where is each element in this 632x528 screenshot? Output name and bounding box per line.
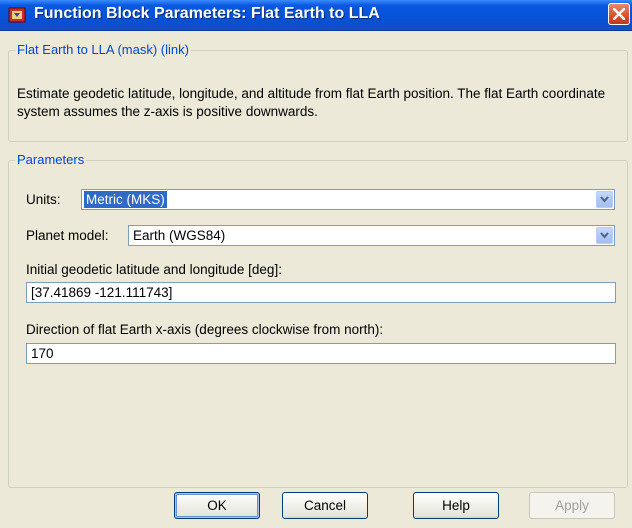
initial-lat-lon-field[interactable]: [37.41869 -121.111743] bbox=[26, 282, 616, 303]
planet-model-dropdown[interactable]: Earth (WGS84) bbox=[128, 225, 615, 246]
units-label: Units: bbox=[26, 192, 61, 207]
ok-button[interactable]: OK bbox=[174, 492, 260, 519]
chevron-down-icon[interactable] bbox=[596, 227, 613, 244]
description-legend: Flat Earth to LLA (mask) (link) bbox=[15, 42, 191, 57]
x-axis-direction-field[interactable]: 170 bbox=[26, 343, 616, 364]
units-dropdown[interactable]: Metric (MKS) bbox=[81, 189, 615, 210]
block-description: Estimate geodetic latitude, longitude, a… bbox=[17, 86, 606, 119]
close-icon bbox=[613, 8, 625, 20]
apply-button: Apply bbox=[529, 492, 615, 519]
description-group: Flat Earth to LLA (mask) (link) Estimate… bbox=[8, 42, 628, 142]
planet-model-label: Planet model: bbox=[26, 228, 109, 243]
close-button[interactable] bbox=[608, 3, 630, 25]
title-bar[interactable]: Function Block Parameters: Flat Earth to… bbox=[0, 0, 632, 31]
help-button[interactable]: Help bbox=[413, 492, 499, 519]
x-axis-direction-label: Direction of flat Earth x-axis (degrees … bbox=[26, 322, 384, 337]
initial-lat-lon-label: Initial geodetic latitude and longitude … bbox=[26, 262, 282, 277]
parameters-legend: Parameters bbox=[15, 152, 87, 167]
chevron-down-icon[interactable] bbox=[596, 191, 613, 208]
planet-model-selected-value: Earth (WGS84) bbox=[133, 228, 226, 243]
simulink-block-icon bbox=[8, 6, 26, 24]
units-selected-value: Metric (MKS) bbox=[84, 191, 167, 208]
cancel-button[interactable]: Cancel bbox=[282, 492, 368, 519]
window-title: Function Block Parameters: Flat Earth to… bbox=[34, 5, 380, 22]
